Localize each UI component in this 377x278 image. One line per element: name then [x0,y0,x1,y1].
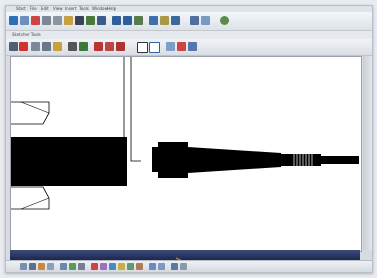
project-icon[interactable] [177,42,186,51]
redo-icon[interactable] [75,16,84,25]
pad-icon[interactable] [60,263,67,270]
groove-icon[interactable] [91,263,98,270]
pan-icon[interactable] [160,16,169,25]
rib-icon[interactable] [109,263,116,270]
standard-toolbar [6,12,372,31]
shell-icon[interactable] [158,263,165,270]
chuck-jaw-upper-bevel [20,101,50,114]
fit-icon[interactable] [190,16,199,25]
view-icon[interactable] [220,16,229,25]
new-icon[interactable] [20,16,29,25]
shaft-tip [321,156,359,164]
fillet-icon[interactable] [127,263,134,270]
grid-icon[interactable] [97,16,106,25]
zoom-icon[interactable] [149,16,158,25]
offset-icon[interactable] [166,42,175,51]
sketch-toolbar [6,39,372,56]
workpiece-step [152,147,158,172]
workpiece-shank [188,147,281,173]
rotate-icon[interactable] [171,16,180,25]
help-icon[interactable] [134,16,143,25]
application-window: Start File Edit View Insert Tools Window… [5,5,373,273]
thread-section [281,154,321,166]
line-icon[interactable] [19,42,28,51]
exit-icon[interactable] [47,263,54,270]
spline-icon[interactable] [53,42,62,51]
circle-icon[interactable] [31,42,40,51]
chamfer-icon[interactable] [116,42,125,51]
paste-icon[interactable] [53,16,62,25]
status-bar [10,250,360,265]
cut-icon[interactable] [31,16,40,25]
sub-toolbar-label: Sketcher Tools [12,32,41,37]
construction-line [130,57,141,162]
undo-icon[interactable] [64,16,73,25]
copy-icon[interactable] [42,16,51,25]
snap-icon[interactable] [112,16,121,25]
thread-marks [293,154,313,166]
view-icon[interactable] [201,16,210,25]
point-icon[interactable] [79,42,88,51]
cursor-icon[interactable] [9,16,18,25]
pocket-icon[interactable] [69,263,76,270]
right-side-panel [363,56,372,250]
trim-icon[interactable] [137,42,148,53]
sub-toolbar-label-bar: Sketcher Tools [6,31,372,39]
constraint-icon[interactable] [123,16,132,25]
corner-icon[interactable] [105,42,114,51]
drawing-canvas[interactable] [10,56,362,252]
arc-icon[interactable] [42,42,51,51]
screenshot-frame: Start File Edit View Insert Tools Window… [0,0,377,278]
slot-icon[interactable] [118,263,125,270]
mirror-icon[interactable] [149,42,160,53]
bottom-toolbar [6,260,372,272]
rectangle-icon[interactable] [68,42,77,51]
axis-icon[interactable] [94,42,103,51]
thread-icon[interactable] [171,263,178,270]
sketch-icon[interactable] [38,263,45,270]
plane-icon[interactable] [20,263,27,270]
select-icon[interactable] [9,42,18,51]
workpiece-collar [158,142,188,178]
measure-icon[interactable] [86,16,95,25]
profile-icon[interactable] [29,263,36,270]
chuck-jaw-lower-bevel [20,197,50,210]
main-body [11,137,127,186]
draft-icon[interactable] [149,263,156,270]
hole-icon[interactable] [100,263,107,270]
shaft-icon[interactable] [78,263,85,270]
dimension-icon[interactable] [188,42,197,51]
chamfer-icon[interactable] [136,263,143,270]
measure-icon[interactable] [180,263,187,270]
sketch-geometry [11,57,359,210]
